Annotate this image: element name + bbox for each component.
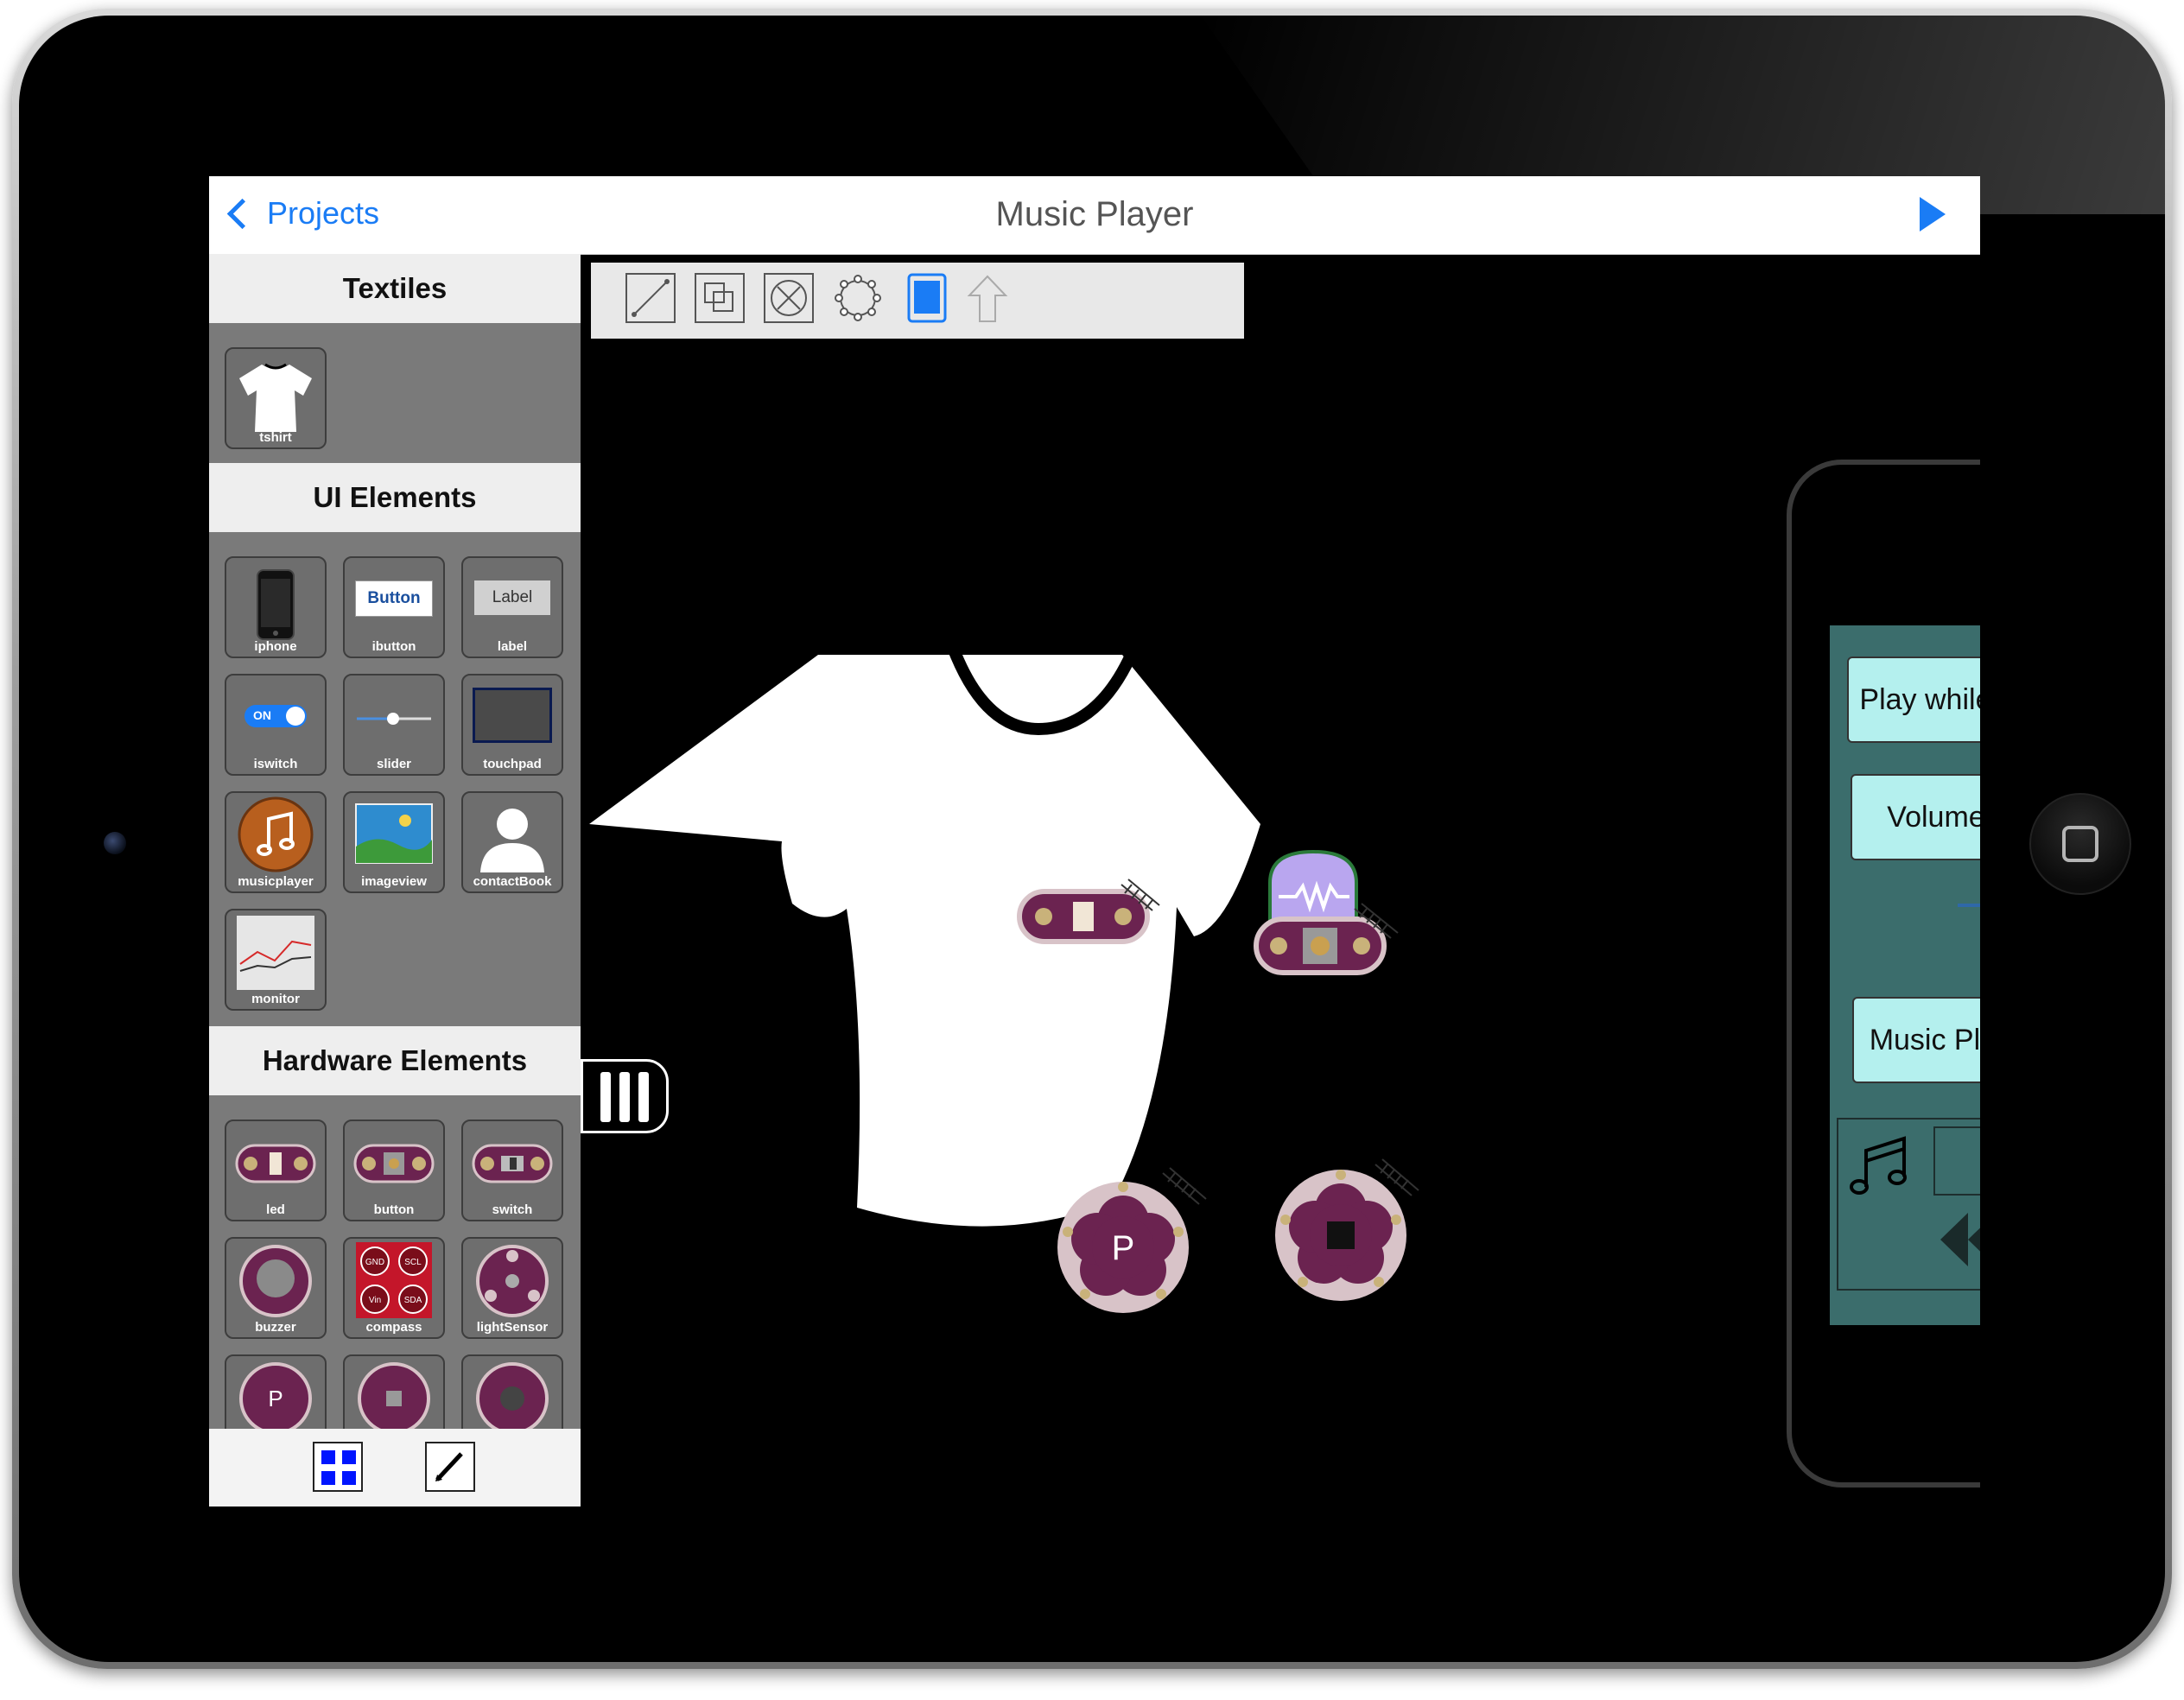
palette-item-label: iphone	[254, 639, 297, 654]
track-display	[1933, 1126, 1980, 1196]
canvas-mainboard[interactable]: P	[1051, 1164, 1215, 1320]
palette-item-imageview[interactable]: imageview	[343, 791, 445, 893]
ibutton-icon: Button	[355, 580, 433, 617]
palette-item-compass[interactable]: GND SCL Vin SDA compass	[343, 1237, 445, 1339]
palette-item-label: musicplayer	[238, 874, 314, 889]
palette-item-monitor[interactable]: monitor	[225, 909, 327, 1011]
edit-pencil-button[interactable]	[425, 1442, 475, 1492]
palette-item-buzzer[interactable]: buzzer	[225, 1237, 327, 1339]
volume-label[interactable]: Volume	[1851, 774, 1980, 860]
monitor-chart-icon	[237, 916, 314, 990]
palette-item-button[interactable]: button	[343, 1120, 445, 1221]
palette-item-label: slider	[376, 757, 412, 771]
compass-board-icon: GND SCL Vin SDA	[356, 1242, 432, 1318]
pushbutton-board-icon	[353, 1144, 435, 1183]
label-icon: Label	[474, 580, 550, 615]
palette-item-label: touchpad	[483, 757, 542, 771]
image-icon	[355, 803, 433, 864]
palette-item-label[interactable]: Label label	[461, 556, 563, 658]
switch-icon: ON	[244, 705, 307, 727]
section-header-hardware: Hardware Elements	[209, 1026, 581, 1095]
palette-item-label: monitor	[251, 992, 300, 1006]
music-note-icon	[1850, 1136, 1907, 1195]
mainboard-icon: P	[239, 1362, 312, 1435]
simple-board-icon	[358, 1362, 430, 1435]
palette-item-label: contactBook	[473, 874, 552, 889]
palette-item-label: label	[497, 639, 528, 654]
palette-item-label: button	[373, 1202, 415, 1217]
music-player-widget	[1837, 1118, 1980, 1291]
palette-item-touchpad[interactable]: touchpad	[461, 674, 563, 776]
palette-item-label: switch	[492, 1202, 533, 1217]
compass-pin-gnd: GND	[365, 1258, 384, 1267]
iphone-icon	[257, 569, 295, 640]
palette-item-label: tshirt	[259, 430, 292, 445]
navigation-bar: Projects Music Player	[209, 176, 1980, 255]
palette-item-iphone[interactable]: iphone	[225, 556, 327, 658]
canvas-button-board[interactable]	[1253, 848, 1425, 986]
app-screen: Projects Music Player Textiles tshirt UI…	[209, 176, 1980, 1507]
palette-item-label: lightSensor	[476, 1320, 549, 1335]
palette-bottom-bar	[209, 1429, 581, 1507]
canvas-accelerometer-board[interactable]	[1268, 1152, 1432, 1308]
slide-switch-board-icon	[472, 1144, 553, 1183]
rewind-icon[interactable]	[1939, 1211, 1980, 1268]
textile-handle[interactable]	[581, 1059, 669, 1133]
palette-item-label: led	[266, 1202, 285, 1217]
palette-item-iswitch[interactable]: ON iswitch	[225, 674, 327, 776]
canvas-led-board[interactable]	[1016, 876, 1171, 954]
vibe-board-icon	[476, 1362, 549, 1435]
music-player-label[interactable]: Music Player	[1852, 997, 1980, 1083]
light-sensor-board-icon	[476, 1245, 549, 1317]
palette-item-label: iswitch	[253, 757, 298, 771]
home-square-icon	[2062, 826, 2098, 862]
design-canvas: P Play while Running Volume Music Player	[581, 254, 1980, 1507]
volume-slider-fill	[1958, 904, 1980, 907]
mainboard-label: P	[1112, 1229, 1135, 1267]
touchpad-icon	[473, 688, 552, 743]
palette-item-musicplayer[interactable]: musicplayer	[225, 791, 327, 893]
page-title: Music Player	[995, 195, 1194, 233]
tshirt-icon	[239, 363, 312, 432]
switch-on-text: ON	[253, 708, 271, 722]
palette-item-label: imageview	[361, 874, 427, 889]
mainboard-p-text: P	[268, 1386, 283, 1411]
run-play-icon[interactable]	[1920, 197, 1946, 232]
pencil-icon	[435, 1452, 463, 1481]
palette-item-slider[interactable]: slider	[343, 674, 445, 776]
home-button[interactable]	[2029, 793, 2131, 895]
front-camera	[104, 832, 126, 854]
palette-item-led[interactable]: led	[225, 1120, 327, 1221]
palette-item-tshirt[interactable]: tshirt	[225, 347, 327, 449]
phone-preview-screen: Play while Running Volume Music Player	[1830, 625, 1980, 1325]
slider-icon	[357, 713, 431, 725]
palette-item-label: buzzer	[255, 1320, 296, 1335]
palette-item-switch[interactable]: switch	[461, 1120, 563, 1221]
palette-item-ibutton[interactable]: Button ibutton	[343, 556, 445, 658]
compass-pin-scl: SCL	[404, 1258, 422, 1267]
led-board-icon	[235, 1144, 316, 1183]
palette-item-contactbook[interactable]: contactBook	[461, 791, 563, 893]
buzzer-board-icon	[239, 1245, 312, 1317]
music-note-icon	[238, 796, 314, 872]
palette-item-label: ibutton	[371, 639, 416, 654]
grid-view-button[interactable]	[313, 1442, 363, 1492]
palette-item-label: compass	[365, 1320, 422, 1335]
compass-pin-vin: Vin	[369, 1296, 381, 1305]
compass-pin-sda: SDA	[404, 1296, 422, 1305]
element-palette: Textiles tshirt UI Elements iphone Butto…	[209, 254, 581, 1507]
contact-person-icon	[480, 809, 544, 872]
play-while-running-label[interactable]: Play while Running	[1847, 657, 1980, 743]
section-header-textiles: Textiles	[209, 254, 581, 323]
section-header-ui-elements: UI Elements	[209, 463, 581, 532]
palette-item-lightsensor[interactable]: lightSensor	[461, 1237, 563, 1339]
